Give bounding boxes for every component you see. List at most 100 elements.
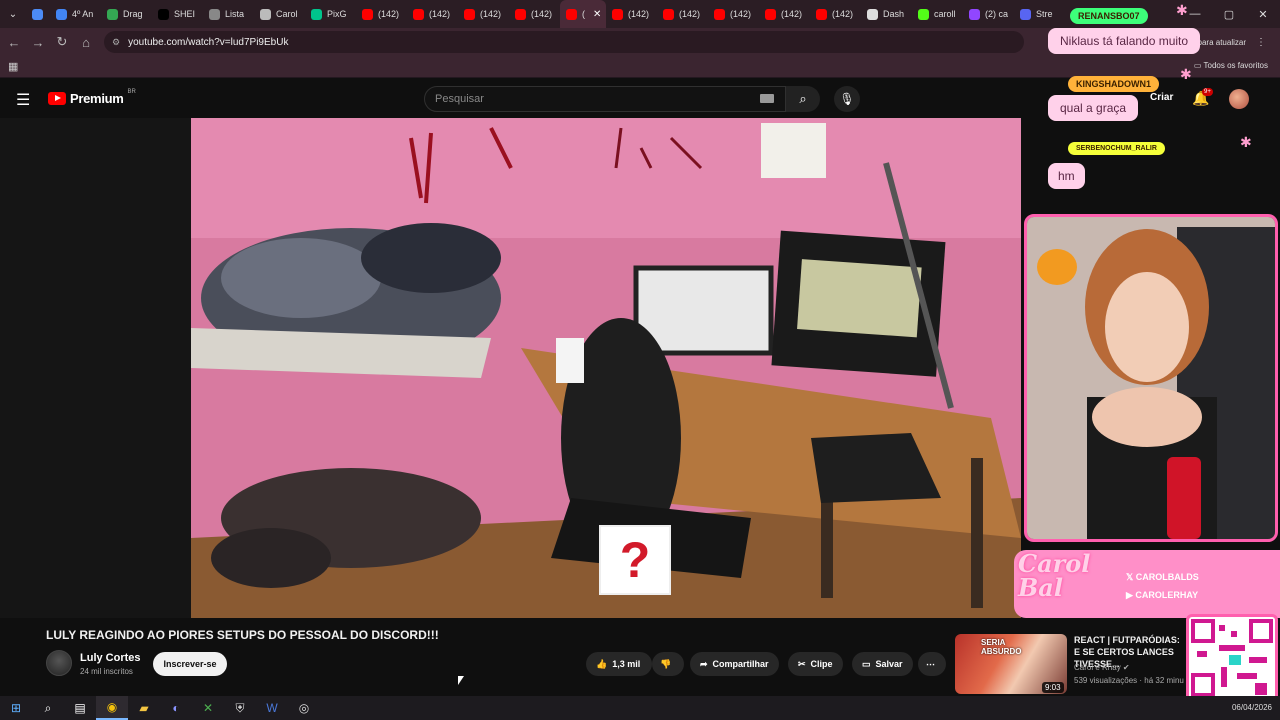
tab-label: ( bbox=[582, 9, 585, 19]
clip-button[interactable]: ✂ Clipe bbox=[788, 652, 843, 676]
tab-favicon-icon bbox=[311, 8, 322, 20]
like-button[interactable]: 👍 1,3 mil bbox=[586, 652, 652, 676]
browser-tab[interactable]: Drag bbox=[101, 0, 152, 28]
more-icon: ⋯ bbox=[926, 658, 935, 669]
browser-tab[interactable]: Carol bbox=[254, 0, 305, 28]
apps-grid-icon[interactable]: ▦ bbox=[8, 60, 18, 73]
all-favorites-link[interactable]: ▭ Todos os favoritos bbox=[1194, 61, 1268, 70]
social-youtube-handle: CAROLERHAY bbox=[1135, 590, 1199, 600]
create-button[interactable]: Criar bbox=[1150, 92, 1173, 103]
xbox-icon[interactable]: ✕ bbox=[192, 696, 224, 720]
tab-label: (142) bbox=[429, 9, 451, 19]
browser-tab[interactable]: PixG bbox=[305, 0, 356, 28]
tab-favicon-icon bbox=[56, 8, 67, 20]
sparkle-icon: ✱ bbox=[1180, 66, 1192, 82]
start-icon[interactable]: ⊞ bbox=[0, 696, 32, 720]
tab-favicon-icon bbox=[260, 8, 271, 20]
browser-tab[interactable]: (142) bbox=[606, 0, 657, 28]
chrome-icon[interactable]: ◉ bbox=[96, 696, 128, 720]
tab-favicon-icon bbox=[209, 8, 220, 20]
browser-tab[interactable]: Stre bbox=[1014, 0, 1065, 28]
task-view-icon[interactable]: ▤ bbox=[64, 696, 96, 720]
save-button[interactable]: ▭ Salvar bbox=[852, 652, 913, 676]
tab-label: Dash bbox=[883, 9, 905, 19]
obs-icon[interactable]: ◎ bbox=[288, 696, 320, 720]
browser-tab[interactable]: SHEI bbox=[152, 0, 203, 28]
search-button[interactable]: ⌕ bbox=[786, 86, 820, 112]
chrome-menu-icon[interactable]: ⋮ bbox=[1256, 37, 1266, 48]
browser-tab[interactable]: (142) bbox=[810, 0, 861, 28]
discord-icon[interactable]: ◐ bbox=[160, 696, 192, 720]
tab-favicon-icon bbox=[566, 8, 577, 20]
browser-tab[interactable]: 4º An bbox=[50, 0, 101, 28]
tab-label: (142) bbox=[628, 9, 650, 19]
social-x-handle: CAROLBALDS bbox=[1135, 572, 1199, 582]
menu-icon[interactable]: ☰ bbox=[16, 90, 30, 110]
search-icon[interactable]: ⌕ bbox=[32, 696, 64, 720]
browser-tab[interactable]: Lista bbox=[203, 0, 254, 28]
tab-close-icon[interactable]: ✕ bbox=[593, 9, 601, 20]
share-button[interactable]: ➦ Compartilhar bbox=[690, 652, 779, 676]
notification-badge: 9+ bbox=[1202, 88, 1213, 96]
browser-tab[interactable]: (142) bbox=[509, 0, 560, 28]
share-icon: ➦ bbox=[700, 658, 708, 669]
recommendation-channel[interactable]: Carol e Rhay ✔ bbox=[1074, 663, 1130, 672]
more-actions-button[interactable]: ⋯ bbox=[918, 652, 946, 676]
voice-search-button[interactable]: 🎙 bbox=[834, 86, 860, 112]
explorer-icon[interactable]: ▰ bbox=[128, 696, 160, 720]
browser-tab[interactable]: (2) ca bbox=[963, 0, 1014, 28]
subscribe-button[interactable]: Inscrever-se bbox=[153, 652, 227, 676]
browser-tab[interactable]: (142) bbox=[356, 0, 407, 28]
subscriber-count: 24 mil inscritos bbox=[80, 667, 133, 676]
update-label[interactable]: para atualizar bbox=[1198, 38, 1246, 47]
tab-search-dropdown[interactable]: ⌄ bbox=[0, 0, 26, 28]
browser-tab[interactable] bbox=[26, 0, 50, 28]
word-icon[interactable]: W bbox=[256, 696, 288, 720]
youtube-logo[interactable]: Premium BR bbox=[48, 89, 136, 106]
browser-tab[interactable]: (142) bbox=[759, 0, 810, 28]
windows-taskbar: ⊞ ⌕ ▤ ◉ ▰ ◐ ✕ ⛨ W ◎ 06/04/2026 bbox=[0, 696, 1280, 720]
like-count: 1,3 mil bbox=[612, 659, 641, 669]
chat-message-1: Niklaus tá falando muito bbox=[1048, 28, 1201, 54]
browser-tab[interactable]: (142) bbox=[708, 0, 759, 28]
tab-label: (142) bbox=[378, 9, 400, 19]
browser-tab[interactable]: (142) bbox=[657, 0, 708, 28]
tab-label: Lista bbox=[225, 9, 245, 19]
channel-avatar[interactable] bbox=[46, 650, 72, 676]
site-info-icon[interactable]: ⚙ bbox=[112, 37, 120, 48]
tab-label: (2) ca bbox=[985, 9, 1009, 19]
dislike-button[interactable]: 👎 bbox=[652, 652, 684, 676]
search-input[interactable]: Pesquisar bbox=[424, 86, 786, 112]
mouse-cursor bbox=[458, 676, 464, 685]
address-bar[interactable]: ⚙ youtube.com/watch?v=lud7Pi9EbUk bbox=[104, 31, 1024, 53]
chat-user-2: KINGSHADOWN1 bbox=[1068, 76, 1160, 92]
vpn-icon[interactable]: ⛨ bbox=[224, 696, 256, 720]
recommendation-channel-name: Carol e Rhay bbox=[1074, 663, 1121, 672]
back-button[interactable]: ← bbox=[2, 35, 26, 50]
tab-favicon-icon bbox=[612, 8, 623, 20]
logo-text: Premium bbox=[70, 91, 124, 106]
browser-tab[interactable]: (142) bbox=[407, 0, 458, 28]
keyboard-icon[interactable] bbox=[760, 94, 774, 103]
thumbnail-text: SERIA ABSURDO bbox=[981, 638, 1022, 656]
browser-tab[interactable]: (142) bbox=[458, 0, 509, 28]
sparkle-icon: ✱ bbox=[1176, 2, 1188, 18]
browser-tab[interactable]: caroll bbox=[912, 0, 963, 28]
tab-favicon-icon bbox=[969, 8, 980, 20]
scissors-icon: ✂ bbox=[798, 658, 806, 669]
browser-tab[interactable]: Dash bbox=[861, 0, 912, 28]
chat-message-2: qual a graça bbox=[1048, 95, 1139, 121]
streamer-webcam bbox=[1024, 214, 1278, 542]
webcam-illustration bbox=[1027, 217, 1275, 539]
home-button[interactable]: ⌂ bbox=[74, 35, 98, 50]
reload-button[interactable]: ↻ bbox=[50, 34, 74, 50]
maximize-icon[interactable]: ▢ bbox=[1212, 8, 1246, 21]
close-icon[interactable]: ✕ bbox=[1246, 8, 1280, 21]
channel-name[interactable]: Luly Cortes bbox=[80, 652, 141, 664]
social-x: 𝕏 CAROLBALDS bbox=[1126, 572, 1199, 582]
video-duration: 9:03 bbox=[1042, 682, 1064, 693]
tab-label: Drag bbox=[123, 9, 143, 19]
account-avatar[interactable] bbox=[1229, 89, 1249, 109]
forward-button[interactable]: → bbox=[26, 35, 50, 50]
browser-tab[interactable]: (✕ bbox=[560, 0, 606, 28]
